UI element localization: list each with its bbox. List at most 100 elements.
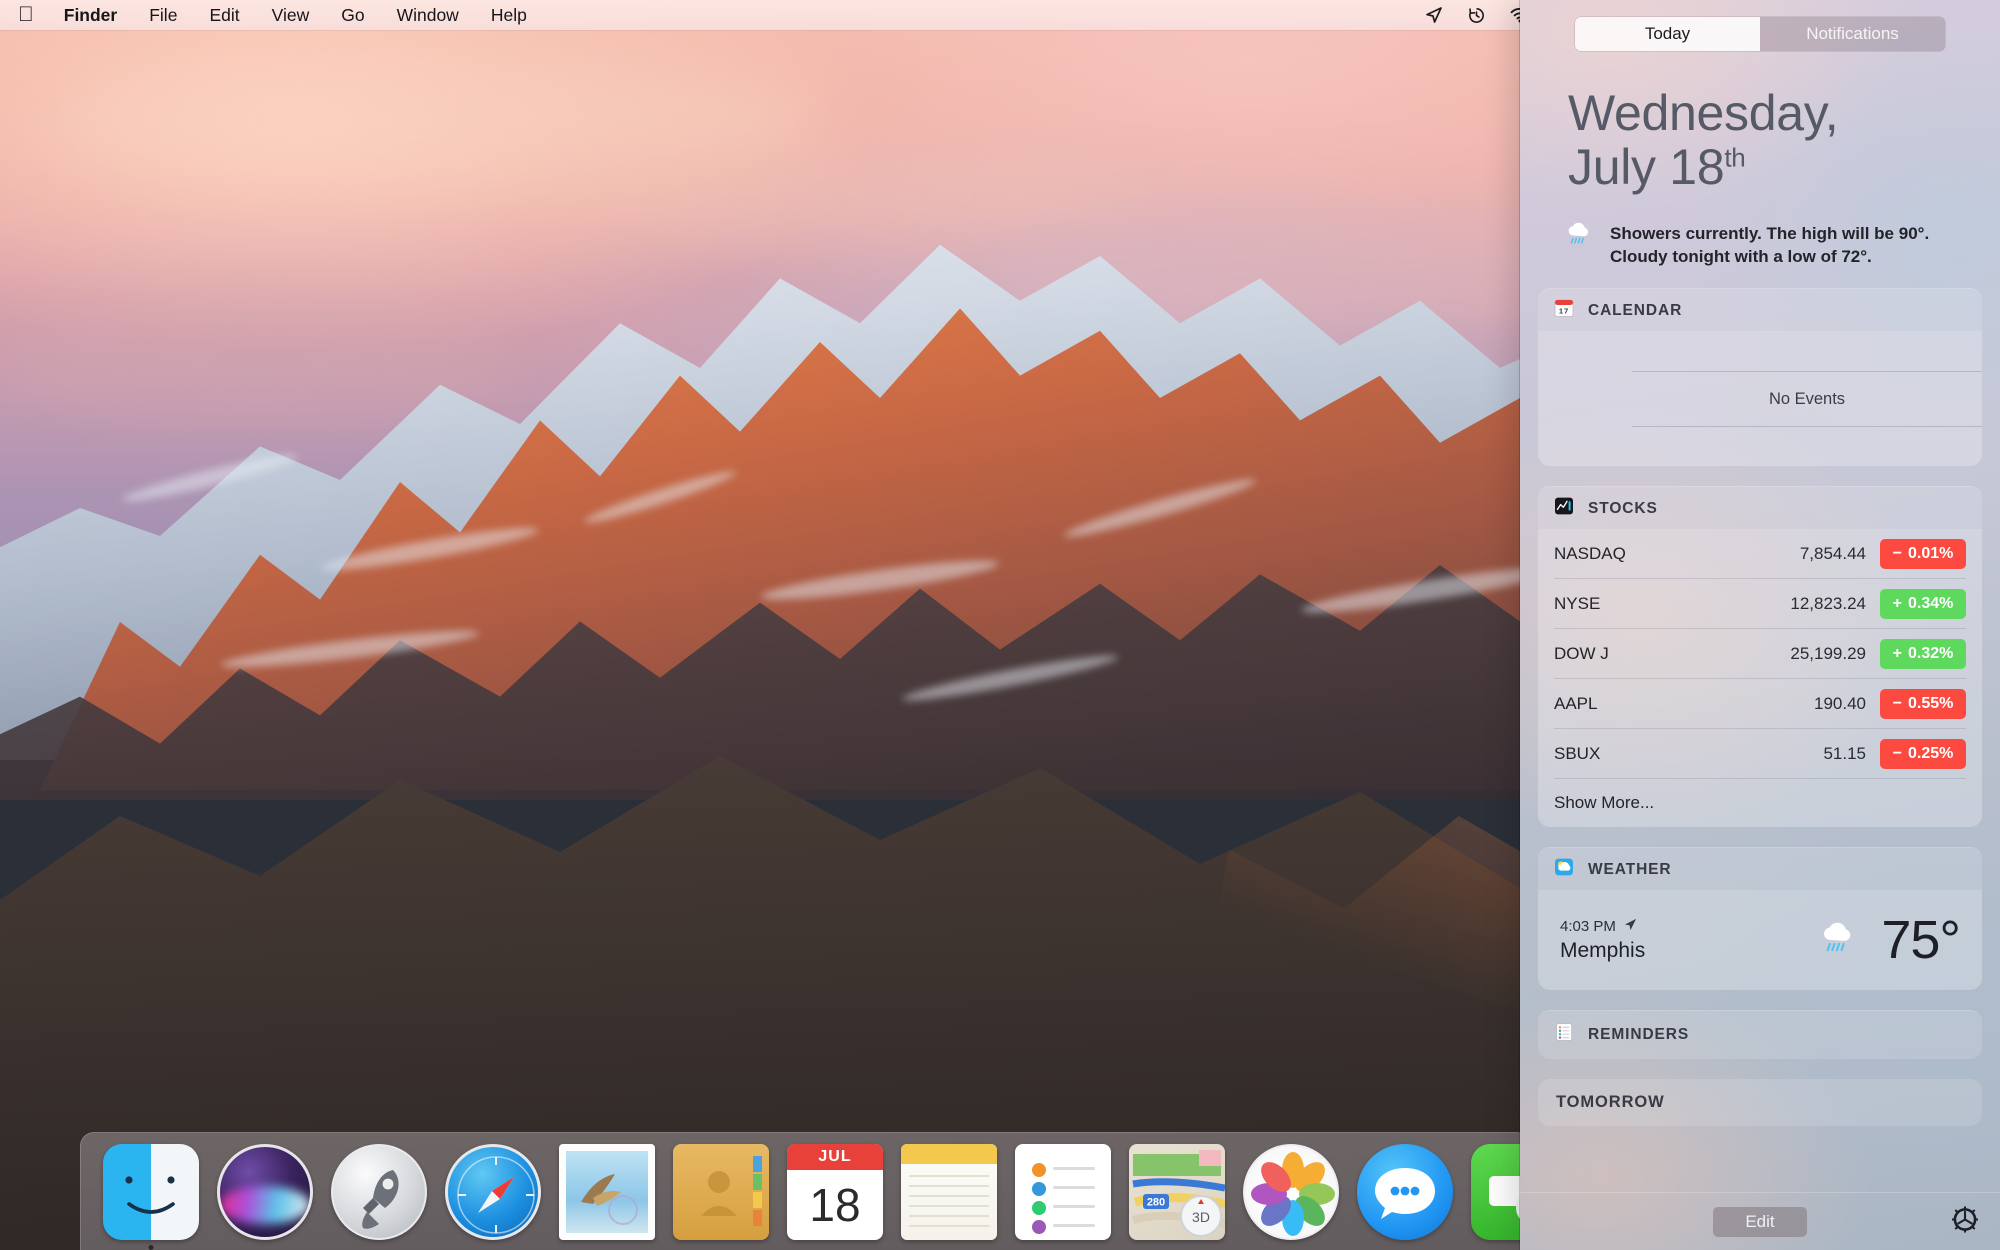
calendar-widget-header: 17 CALENDAR [1538, 288, 1982, 331]
weather-city: Memphis [1560, 938, 1646, 962]
table-row[interactable]: SBUX 51.15 − 0.25% [1554, 729, 1966, 779]
date-monthday-line: July 18th [1568, 140, 2000, 194]
stock-value: 12,823.24 [1790, 593, 1866, 613]
cloud-layer [520, 150, 1140, 240]
tab-notifications[interactable]: Notifications [1760, 17, 1945, 51]
stocks-show-more-link[interactable]: Show More... [1538, 779, 1982, 827]
menu-window[interactable]: Window [381, 0, 475, 30]
weather-current-conditions: 75° [1817, 909, 1961, 971]
mail-icon [559, 1143, 655, 1240]
stocks-widget[interactable]: STOCKS NASDAQ 7,854.44 − 0.01% NYSE 12,8… [1538, 486, 1982, 827]
weather-app-icon [1554, 857, 1574, 882]
weather-location-block: 4:03 PM Memphis [1560, 918, 1645, 963]
calendar-widget[interactable]: 17 CALENDAR No Events [1538, 288, 1982, 466]
stock-symbol: AAPL [1554, 693, 1598, 713]
maps-icon: 280 3D [1129, 1143, 1225, 1240]
rain-cloud-icon [1817, 919, 1859, 962]
stock-symbol: SBUX [1554, 743, 1601, 763]
menu-view[interactable]: View [256, 0, 326, 30]
dock-item-siri[interactable] [217, 1143, 313, 1240]
safari-icon [445, 1143, 541, 1240]
dock-item-finder[interactable] [103, 1143, 199, 1250]
stock-change: 0.01% [1907, 544, 1954, 562]
notification-center-footer: Edit [1520, 1192, 2000, 1250]
dock-item-maps[interactable]: 280 3D [1129, 1143, 1225, 1240]
weather-widget-header: WEATHER [1538, 847, 1982, 890]
reminders-widget[interactable]: REMINDERS [1538, 1010, 1982, 1059]
weather-widget-title: WEATHER [1588, 860, 1672, 878]
tomorrow-section-header[interactable]: TOMORROW [1538, 1079, 1982, 1126]
stock-symbol: DOW J [1554, 643, 1609, 663]
today-date-header: Wednesday, July 18th [1520, 60, 2000, 194]
notes-icon [901, 1143, 997, 1240]
finder-icon [103, 1143, 199, 1240]
date-weekday: Wednesday, [1568, 85, 1839, 141]
reminders-widget-title: REMINDERS [1588, 1025, 1690, 1043]
location-arrow-icon[interactable] [1413, 0, 1455, 30]
calendar-icon-month: JUL [787, 1143, 883, 1170]
reminders-app-icon [1554, 1022, 1574, 1047]
stock-sign: + [1892, 644, 1902, 662]
menu-file[interactable]: File [133, 0, 193, 30]
stock-symbol: NASDAQ [1554, 543, 1626, 563]
dock-item-mail[interactable] [559, 1143, 655, 1240]
apple-menu-icon[interactable]:  [14, 1, 48, 29]
dock-item-reminders[interactable] [1015, 1143, 1111, 1240]
dock-item-safari[interactable] [445, 1143, 541, 1240]
notification-center-panel: Today Notifications Wednesday, July 18th [1520, 0, 2000, 1250]
weather-summary-line1: Showers currently. The high will be 90°. [1610, 224, 1930, 243]
table-row[interactable]: NYSE 12,823.24 + 0.34% [1554, 579, 1966, 629]
photos-icon [1243, 1143, 1339, 1240]
menu-help[interactable]: Help [475, 0, 543, 30]
stock-value: 51.15 [1823, 743, 1866, 763]
dock-item-contacts[interactable] [673, 1143, 769, 1240]
stock-sign: − [1892, 694, 1902, 712]
status-badge: + 0.34% [1880, 588, 1966, 619]
rain-cloud-icon [1564, 220, 1594, 268]
dock-item-calendar[interactable]: JUL 18 [787, 1143, 883, 1240]
calendar-icon: JUL 18 [787, 1143, 883, 1240]
gear-icon[interactable] [1952, 1206, 1978, 1237]
date-month-day: July 18 [1568, 139, 1725, 195]
stocks-app-icon [1554, 496, 1574, 521]
running-indicator [148, 1244, 154, 1250]
stock-value: 190.40 [1814, 693, 1866, 713]
stocks-widget-title: STOCKS [1588, 499, 1658, 517]
time-machine-icon[interactable] [1455, 0, 1498, 30]
weather-summary: Showers currently. The high will be 90°.… [1520, 194, 2000, 268]
status-badge: − 0.01% [1880, 538, 1966, 569]
menu-go[interactable]: Go [325, 0, 380, 30]
today-notifications-segmented-control[interactable]: Today Notifications [1575, 17, 1945, 51]
dock-item-messages[interactable] [1357, 1143, 1453, 1240]
weather-widget[interactable]: WEATHER 4:03 PM Memphis 75° [1538, 847, 1982, 990]
dock-item-photos[interactable] [1243, 1143, 1339, 1240]
table-row[interactable]: NASDAQ 7,854.44 − 0.01% [1554, 529, 1966, 579]
stock-sign: − [1892, 744, 1902, 762]
today-view-content: Wednesday, July 18th Showers currently. … [1520, 60, 2000, 1192]
menu-finder[interactable]: Finder [48, 0, 133, 30]
calendar-app-icon: 17 [1554, 298, 1574, 323]
table-row[interactable]: DOW J 25,199.29 + 0.32% [1554, 629, 1966, 679]
edit-button[interactable]: Edit [1713, 1206, 1807, 1237]
menu-edit[interactable]: Edit [193, 0, 255, 30]
tab-today[interactable]: Today [1575, 17, 1760, 51]
weather-time: 4:03 PM [1560, 917, 1616, 935]
weather-widget-body: 4:03 PM Memphis 75° [1538, 890, 1982, 990]
stock-change: 0.55% [1907, 694, 1954, 712]
stock-value: 25,199.29 [1790, 643, 1866, 663]
calendar-no-events: No Events [1632, 371, 1982, 427]
calendar-icon-day: 18 [809, 1178, 861, 1231]
weather-temperature: 75° [1881, 910, 1961, 970]
notification-center-tabbar: Today Notifications [1520, 0, 2000, 60]
status-badge: − 0.25% [1880, 738, 1966, 769]
contacts-icon [673, 1143, 769, 1240]
date-ordinal: th [1724, 142, 1746, 173]
maps-road-number: 280 [1147, 1196, 1165, 1208]
table-row[interactable]: AAPL 190.40 − 0.55% [1554, 679, 1966, 729]
siri-icon [217, 1143, 313, 1240]
dock-item-launchpad[interactable] [331, 1143, 427, 1240]
status-badge: − 0.55% [1880, 688, 1966, 719]
dock-item-notes[interactable] [901, 1143, 997, 1240]
menu-bar-left:  Finder File Edit View Go Window Help [0, 0, 543, 30]
weather-time-row: 4:03 PM [1560, 918, 1645, 935]
